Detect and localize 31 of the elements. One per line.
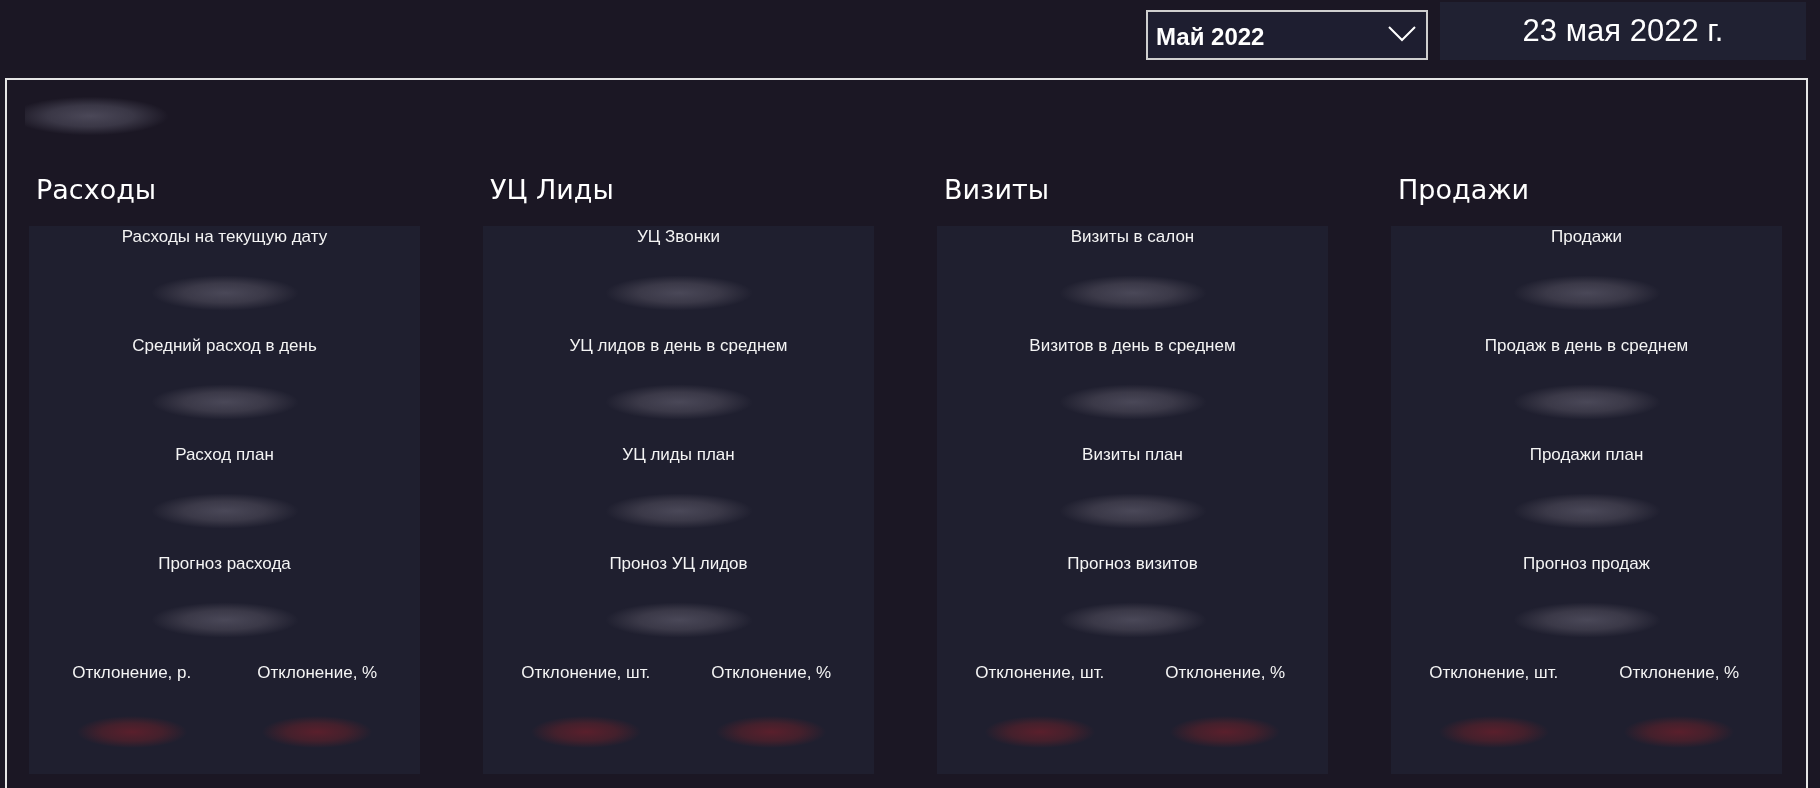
current-date: 23 мая 2022 г. [1440, 2, 1806, 60]
metric-label: Отклонение, % [711, 662, 832, 684]
chevron-down-icon [1388, 26, 1416, 42]
metric-label: Отклонение, % [1165, 662, 1286, 684]
metric-label: Отклонение, шт. [521, 662, 651, 684]
metric-label: Продаж в день в среднем [1484, 335, 1689, 357]
metric-label: Прогноз визитов [1067, 553, 1198, 575]
metric-label: Средний расход в день [132, 335, 317, 357]
metric-label: Прогноз расхода [158, 553, 291, 575]
metric-label: Проноз УЦ лидов [609, 553, 748, 575]
section-title: Продажи [1397, 173, 1530, 207]
metric-label: Прогноз продаж [1523, 553, 1650, 575]
metric-label: Визитов в день в среднем [1029, 335, 1236, 357]
metric-label: Отклонение, шт. [1429, 662, 1559, 684]
metric-label: УЦ лиды план [622, 444, 735, 466]
metric-label: Отклонение, шт. [975, 662, 1105, 684]
metric-label: Продажи план [1529, 444, 1644, 466]
metric-label: Визиты план [1082, 444, 1183, 466]
metric-label: Расходы на текущую дату [121, 226, 328, 248]
metric-label: Визиты в салон [1070, 226, 1195, 248]
section-title: УЦ Лиды [489, 173, 614, 207]
metric-label: Отклонение, % [257, 662, 378, 684]
section-title: Расходы [35, 173, 157, 207]
metric-label: Продажи [1551, 226, 1622, 248]
section-title: Визиты [943, 173, 1050, 207]
metric-label: Отклонение, р. [72, 662, 192, 684]
metric-label: Расход план [175, 444, 274, 466]
metric-label: УЦ Звонки [637, 226, 720, 248]
metric-label: Отклонение, % [1619, 662, 1740, 684]
period-dropdown[interactable]: Май 2022 [1146, 10, 1428, 60]
metric-label: УЦ лидов в день в среднем [569, 335, 788, 357]
